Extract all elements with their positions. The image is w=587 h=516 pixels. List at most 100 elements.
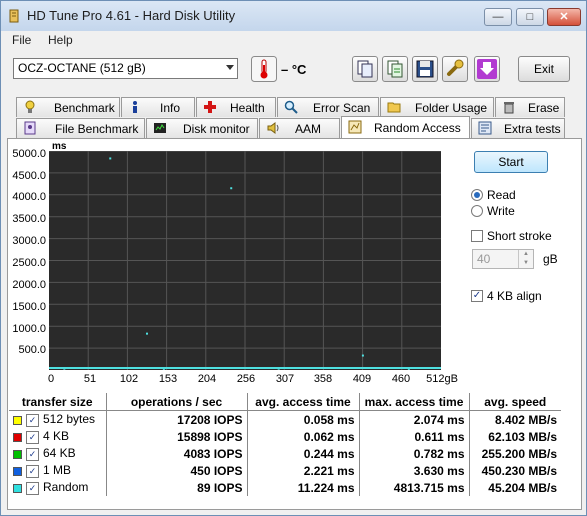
legend-swatch <box>13 432 22 442</box>
ops-cell: 17208 IOPS <box>106 410 248 428</box>
disk-monitor-icon <box>154 123 166 133</box>
results-table: transfer size operations / sec avg. acce… <box>9 393 561 496</box>
data-point <box>407 367 410 370</box>
wrench-icon <box>447 59 464 76</box>
series-checkbox[interactable]: ✓ <box>26 481 39 495</box>
column-header: transfer size <box>9 393 107 411</box>
save-button[interactable] <box>412 56 438 82</box>
x-tick-label: 204 <box>197 373 217 385</box>
column-header: operations / sec <box>106 393 248 411</box>
table-row: ✓ 4 KB 15898 IOPS 0.062 ms 0.611 ms 62.10… <box>9 428 561 445</box>
legend-swatch <box>13 415 22 425</box>
tab-info[interactable]: Info <box>121 97 195 117</box>
short-stroke-checkbox[interactable] <box>471 230 483 242</box>
data-point <box>146 332 148 335</box>
copy-all-icon <box>387 60 403 78</box>
tab-random-access[interactable]: Random Access <box>341 116 470 138</box>
spin-down-icon[interactable]: ▼ <box>518 259 533 268</box>
x-tick-label: 512gB <box>426 373 458 385</box>
tab-benchmark[interactable]: Benchmark <box>16 97 120 117</box>
tab-folder-usage[interactable]: Folder Usage <box>380 97 494 117</box>
close-button[interactable]: ✕ <box>547 8 581 26</box>
avg-access-cell: 2.221 ms <box>247 462 360 479</box>
max-access-cell: 0.782 ms <box>359 445 470 462</box>
max-access-cell: 4813.715 ms <box>359 479 470 496</box>
series-checkbox[interactable]: ✓ <box>26 447 39 461</box>
short-stroke-unit: gB <box>543 252 558 266</box>
tab-error-scan[interactable]: Error Scan <box>277 97 379 117</box>
tab-aam[interactable]: AAM <box>259 118 340 138</box>
max-access-cell: 3.630 ms <box>359 462 470 479</box>
series-checkbox[interactable]: ✓ <box>26 413 39 427</box>
tab-erase[interactable]: Erase <box>495 97 565 117</box>
avg-speed-cell: 62.103 MB/s <box>488 429 557 444</box>
window-title: HD Tune Pro 4.61 - Hard Disk Utility <box>27 8 236 23</box>
minimize-button[interactable]: — <box>484 8 512 26</box>
health-cross-icon <box>204 101 216 113</box>
avg-access-cell: 11.224 ms <box>247 479 360 496</box>
x-tick-label: 409 <box>352 373 372 385</box>
y-tick-label: 1500.0 <box>12 301 46 313</box>
read-radio[interactable] <box>471 189 483 201</box>
copy-info-button[interactable] <box>352 56 378 82</box>
menu-file[interactable]: File <box>12 33 31 47</box>
series-checkbox[interactable]: ✓ <box>26 464 39 478</box>
table-row: ✓ 512 bytes 17208 IOPS 0.058 ms 2.074 ms … <box>9 410 561 428</box>
avg-access-cell: 0.062 ms <box>247 428 360 445</box>
y-tick-label: 2500.0 <box>12 257 46 269</box>
series-checkbox[interactable]: ✓ <box>26 430 39 444</box>
align-checkbox[interactable]: ✓ <box>471 290 483 302</box>
copy-icon <box>357 60 373 78</box>
ops-cell: 4083 IOPS <box>106 445 248 462</box>
write-radio[interactable] <box>471 205 483 217</box>
transfer-size: 1 MB <box>43 463 72 478</box>
x-tick-label: 0 <box>47 373 55 385</box>
y-tick-label: 3500.0 <box>12 213 46 225</box>
avg-speed-cell: 45.204 MB/s <box>488 480 557 495</box>
data-point <box>277 367 280 370</box>
legend-swatch <box>13 449 22 459</box>
menu-help[interactable]: Help <box>48 33 73 47</box>
table-row: ✓ Random 89 IOPS 11.224 ms 4813.715 ms 45… <box>9 479 561 496</box>
tab-disk-monitor[interactable]: Disk monitor <box>146 118 258 138</box>
title-bar[interactable]: HD Tune Pro 4.61 - Hard Disk Utility — □… <box>1 1 586 31</box>
thermometer-icon <box>251 56 277 82</box>
chevron-down-icon <box>226 65 234 70</box>
start-button[interactable]: Start <box>474 151 548 173</box>
avg-speed-cell: 255.200 MB/s <box>481 446 557 461</box>
data-point <box>162 367 165 370</box>
transfer-size: 512 bytes <box>43 412 96 427</box>
data-point <box>63 367 66 370</box>
x-tick-label: 102 <box>119 373 139 385</box>
spin-up-icon[interactable]: ▲ <box>518 250 533 259</box>
tab-health[interactable]: Health <box>196 97 276 117</box>
options-button[interactable] <box>442 56 468 82</box>
download-arrow-icon <box>477 59 497 79</box>
y-tick-label: 1000.0 <box>12 323 46 335</box>
read-label: Read <box>487 188 516 202</box>
x-tick-label: 51 <box>83 373 97 385</box>
access-time-chart <box>49 151 441 370</box>
ops-cell: 450 IOPS <box>106 462 248 479</box>
ops-cell: 15898 IOPS <box>106 428 248 445</box>
copy-all-button[interactable] <box>382 56 408 82</box>
tab-file-benchmark[interactable]: File Benchmark <box>16 118 145 138</box>
tab-extra-tests[interactable]: Extra tests <box>471 118 565 138</box>
x-tick-label: 256 <box>236 373 256 385</box>
avg-speed-cell: 450.230 MB/s <box>481 463 557 478</box>
download-button[interactable] <box>474 56 500 82</box>
temperature-value: – °C <box>281 62 307 77</box>
trash-icon <box>504 102 514 114</box>
exit-button[interactable]: Exit <box>518 56 570 82</box>
table-row: ✓ 1 MB 450 IOPS 2.221 ms 3.630 ms 450.230… <box>9 462 561 479</box>
legend-swatch <box>13 483 22 493</box>
data-point <box>109 157 112 160</box>
drive-select[interactable]: OCZ-OCTANE (512 gB) <box>13 58 238 79</box>
maximize-button[interactable]: □ <box>516 8 544 26</box>
short-stroke-spinner[interactable]: 40 ▲ ▼ <box>472 249 534 269</box>
speaker-icon <box>267 122 279 134</box>
column-header: max. access time <box>359 393 470 411</box>
y-tick-label: 5000.0 <box>12 148 46 160</box>
info-icon <box>133 101 137 113</box>
legend-swatch <box>13 466 22 476</box>
